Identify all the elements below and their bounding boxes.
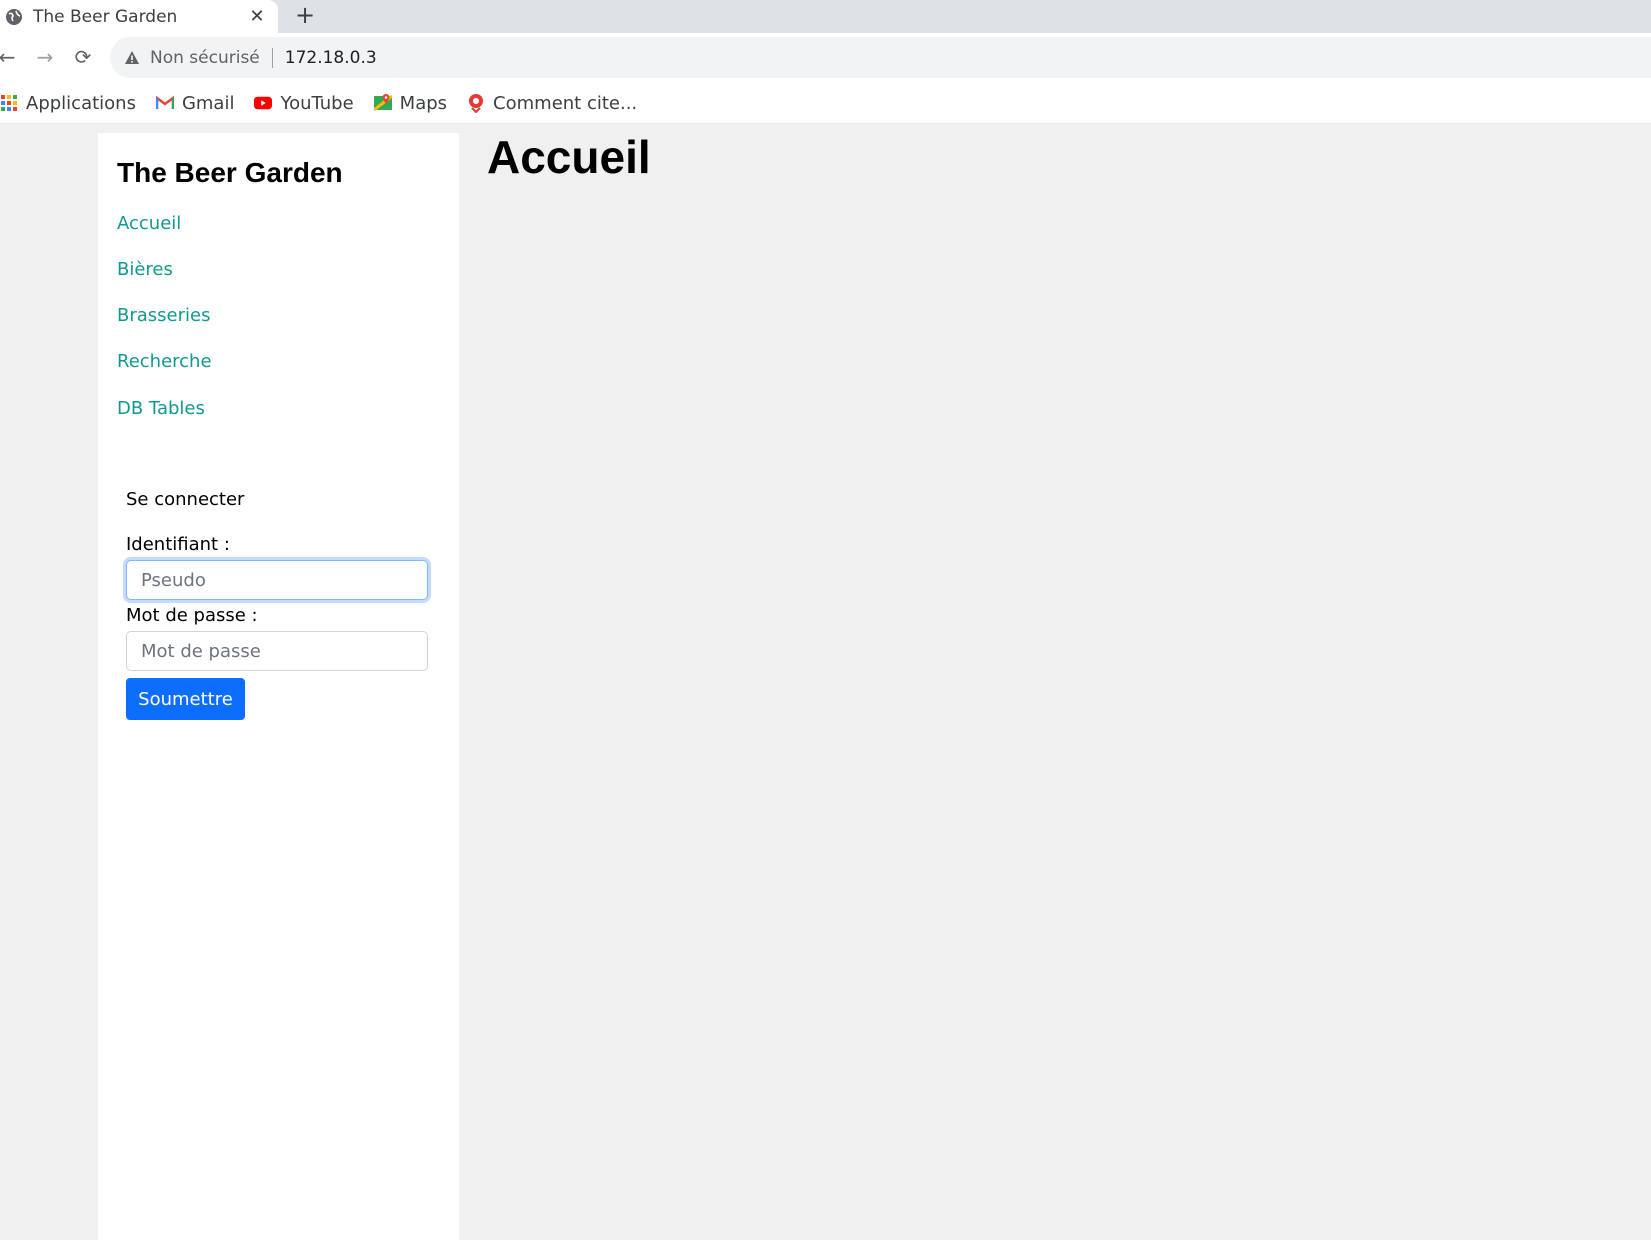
- username-label: Identifiant :: [126, 534, 230, 555]
- bookmark-label: Applications: [26, 92, 136, 114]
- warning-icon[interactable]: [124, 50, 140, 66]
- bookmarks-bar: Applications Gmail YouTube Maps Comment …: [0, 83, 1651, 124]
- browser-toolbar: ← → ⟳ Non sécurisé 172.18.0.3: [0, 33, 1651, 83]
- globe-icon: [5, 8, 23, 26]
- address-bar[interactable]: Non sécurisé 172.18.0.3: [110, 37, 1651, 78]
- site-title: The Beer Garden: [117, 157, 343, 188]
- reload-icon[interactable]: ⟳: [68, 42, 98, 72]
- username-input[interactable]: [126, 560, 428, 600]
- password-label: Mot de passe :: [126, 605, 258, 626]
- bookmark-youtube[interactable]: YouTube: [254, 92, 354, 114]
- gmail-icon: [155, 94, 174, 112]
- bookmark-label: Comment cite...: [493, 92, 638, 114]
- bookmark-favicon-icon: [467, 94, 485, 113]
- forward-icon[interactable]: →: [30, 42, 60, 72]
- youtube-icon: [254, 94, 273, 112]
- apps-grid-icon: [0, 94, 18, 112]
- browser-tab[interactable]: The Beer Garden ✕: [0, 0, 278, 33]
- bookmark-label: Gmail: [181, 92, 235, 114]
- bookmark-gmail[interactable]: Gmail: [155, 92, 235, 114]
- tab-title: The Beer Garden: [33, 6, 178, 27]
- bookmark-comment-cite[interactable]: Comment cite...: [467, 93, 637, 114]
- bookmark-label: Maps: [399, 92, 448, 114]
- url-text[interactable]: 172.18.0.3: [285, 48, 377, 68]
- sidebar: The Beer Garden Accueil Bières Brasserie…: [98, 133, 459, 1240]
- maps-icon: [373, 94, 392, 112]
- nav-link-brasseries[interactable]: Brasseries: [117, 305, 210, 326]
- password-input[interactable]: [126, 631, 428, 671]
- bookmark-maps[interactable]: Maps: [373, 92, 448, 114]
- bookmark-label: YouTube: [280, 92, 354, 114]
- new-tab-icon[interactable]: +: [290, 0, 320, 30]
- nav-link-db-tables[interactable]: DB Tables: [117, 398, 205, 419]
- submit-button[interactable]: Soumettre: [126, 678, 245, 720]
- bookmark-applications[interactable]: Applications: [0, 93, 136, 114]
- nav-link-recherche[interactable]: Recherche: [117, 351, 212, 372]
- tab-strip: The Beer Garden ✕ +: [0, 0, 1651, 33]
- page-heading: Accueil: [487, 131, 651, 183]
- nav-link-accueil[interactable]: Accueil: [117, 213, 181, 234]
- login-title: Se connecter: [126, 489, 245, 510]
- nav-link-bieres[interactable]: Bières: [117, 259, 173, 280]
- omnibox-divider: [271, 47, 273, 68]
- security-status[interactable]: Non sécurisé: [150, 48, 260, 68]
- back-icon[interactable]: ←: [0, 42, 22, 72]
- tab-close-icon[interactable]: ✕: [244, 4, 270, 30]
